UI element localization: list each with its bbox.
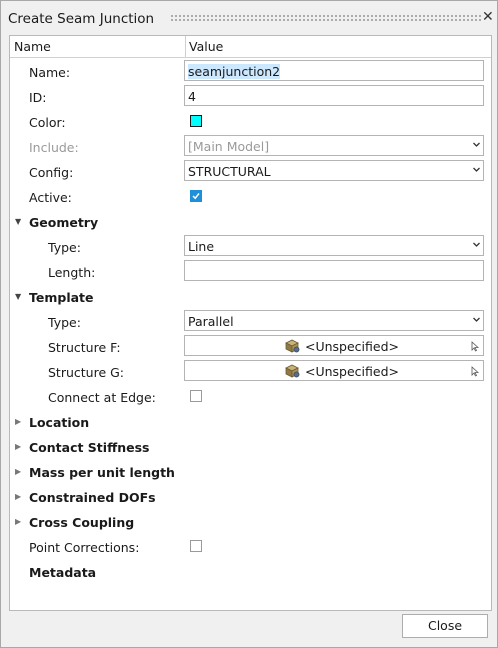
mass-per-unit-label: Mass per unit length [29,465,175,480]
cross-coupling-label: Cross Coupling [29,515,135,530]
section-contact-stiffness[interactable]: ▶ Contact Stiffness [10,434,491,459]
drag-grip[interactable] [170,14,482,22]
length-field[interactable] [184,260,484,281]
collapse-arrow-icon[interactable]: ▶ [15,417,21,426]
template-type-value: Parallel [188,314,234,329]
id-label: ID: [29,90,47,105]
include-label: Include: [29,140,79,155]
collapse-arrow-icon[interactable]: ▶ [15,467,21,476]
connect-edge-checkbox[interactable] [190,390,202,402]
row-name: Name: seamjunction2 [10,59,491,84]
row-template-type: Type: Parallel [10,309,491,334]
collapse-arrow-icon[interactable]: ▶ [15,442,21,451]
dialog-title: Create Seam Junction [8,11,155,27]
id-field[interactable]: 4 [184,85,484,106]
column-header-name: Name [14,39,51,54]
color-label: Color: [29,115,66,130]
entity-collector-icon [285,339,300,353]
table-header: Name Value [10,36,491,58]
row-id: ID: 4 [10,84,491,109]
structure-g-value: <Unspecified> [305,364,400,379]
color-swatch[interactable] [190,115,202,127]
column-divider[interactable] [185,36,186,57]
section-cross-coupling[interactable]: ▶ Cross Coupling [10,509,491,534]
geometry-label: Geometry [29,215,99,230]
constrained-dofs-label: Constrained DOFs [29,490,156,505]
cursor-icon [471,366,479,377]
id-value: 4 [188,89,196,104]
expand-arrow-icon[interactable]: ▼ [15,217,21,226]
section-constrained-dofs[interactable]: ▶ Constrained DOFs [10,484,491,509]
checkmark-icon [192,193,200,200]
section-metadata[interactable]: Metadata [10,559,491,584]
geometry-type-select[interactable]: Line [184,235,484,256]
include-select[interactable]: [Main Model] [184,135,484,156]
row-structure-f: Structure F: <Unspecified> [10,334,491,359]
close-icon[interactable]: ✕ [482,9,494,25]
point-corrections-checkbox[interactable] [190,540,202,552]
connect-edge-label: Connect at Edge: [48,390,156,405]
section-geometry[interactable]: ▼ Geometry [10,209,491,234]
property-table: Name Value Name: seamjunction2 ID: 4 Col… [9,35,492,611]
structure-f-selector[interactable]: <Unspecified> [184,335,484,356]
length-label: Length: [48,265,96,280]
active-label: Active: [29,190,72,205]
structure-g-selector[interactable]: <Unspecified> [184,360,484,381]
name-value: seamjunction2 [188,64,281,79]
row-include: Include: [Main Model] [10,134,491,159]
structure-g-label: Structure G: [48,365,125,380]
chevron-down-icon [473,167,480,172]
name-label: Name: [29,65,71,80]
point-corrections-label: Point Corrections: [29,540,140,555]
chevron-down-icon [473,317,480,322]
name-field[interactable]: seamjunction2 [184,60,484,81]
column-header-value: Value [189,39,224,54]
contact-stiffness-label: Contact Stiffness [29,440,150,455]
row-active: Active: [10,184,491,209]
section-template[interactable]: ▼ Template [10,284,491,309]
template-type-select[interactable]: Parallel [184,310,484,331]
chevron-down-icon [473,142,480,147]
location-label: Location [29,415,90,430]
template-type-label: Type: [48,315,81,330]
geometry-type-value: Line [188,239,215,254]
row-point-corrections: Point Corrections: [10,534,491,559]
section-location[interactable]: ▶ Location [10,409,491,434]
include-value: [Main Model] [188,139,270,154]
row-color: Color: [10,109,491,134]
create-seam-junction-dialog: Create Seam Junction ✕ Name Value Name: … [0,0,498,648]
row-structure-g: Structure G: <Unspecified> [10,359,491,384]
collapse-arrow-icon[interactable]: ▶ [15,517,21,526]
section-mass-per-unit-length[interactable]: ▶ Mass per unit length [10,459,491,484]
row-geometry-type: Type: Line [10,234,491,259]
structure-f-label: Structure F: [48,340,121,355]
config-label: Config: [29,165,74,180]
title-bar[interactable]: Create Seam Junction ✕ [1,1,497,35]
template-label: Template [29,290,94,305]
config-value: STRUCTURAL [188,164,271,179]
active-checkbox[interactable] [190,190,202,202]
geometry-type-label: Type: [48,240,81,255]
row-connect-edge: Connect at Edge: [10,384,491,409]
entity-collector-icon [285,364,300,378]
row-length: Length: [10,259,491,284]
cursor-icon [471,341,479,352]
metadata-label: Metadata [29,565,97,580]
row-config: Config: STRUCTURAL [10,159,491,184]
collapse-arrow-icon[interactable]: ▶ [15,492,21,501]
config-select[interactable]: STRUCTURAL [184,160,484,181]
expand-arrow-icon[interactable]: ▼ [15,292,21,301]
close-button[interactable]: Close [402,614,488,638]
chevron-down-icon [473,242,480,247]
structure-f-value: <Unspecified> [305,339,400,354]
